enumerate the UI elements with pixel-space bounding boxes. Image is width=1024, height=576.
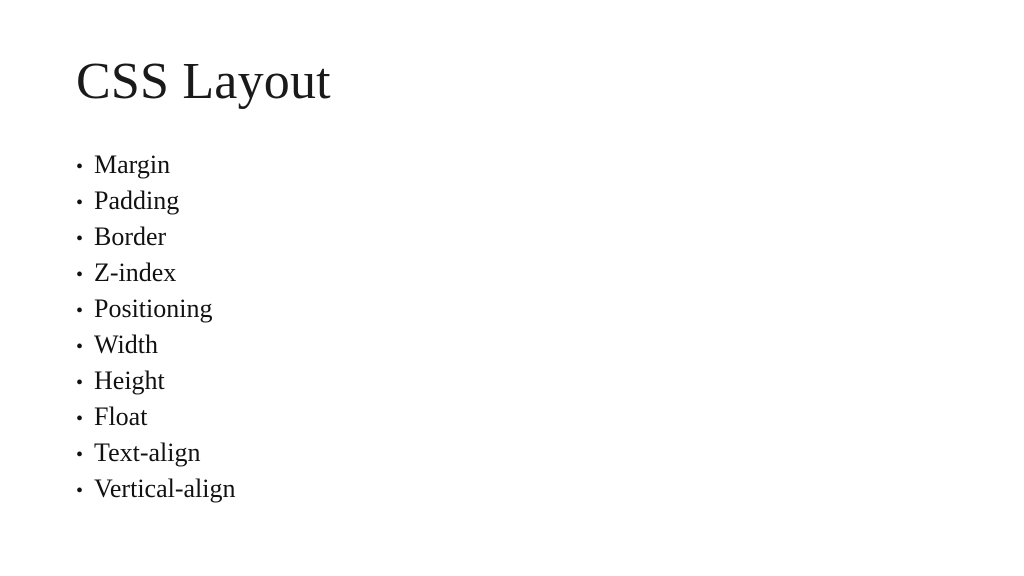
list-item: • Height	[76, 364, 776, 400]
list-item: • Vertical-align	[76, 472, 776, 508]
list-item-label: Padding	[94, 186, 180, 215]
list-item: • Margin	[76, 148, 776, 184]
bullet-point-icon: •	[76, 192, 84, 214]
list-item-label: Margin	[94, 150, 171, 179]
bullet-point-icon: •	[76, 480, 84, 502]
page-title: CSS Layout	[76, 53, 331, 110]
bullet-point-icon: •	[76, 156, 84, 178]
bullet-point-icon: •	[76, 372, 84, 394]
list-item: • Text-align	[76, 436, 776, 472]
bullet-point-icon: •	[76, 228, 84, 250]
list-item-label: Width	[94, 330, 158, 359]
list-item-label: Float	[94, 402, 148, 431]
list-item: • Positioning	[76, 292, 776, 328]
bullet-point-icon: •	[76, 264, 84, 286]
list-item: • Padding	[76, 184, 776, 220]
bullet-point-icon: •	[76, 300, 84, 322]
list-item: • Float	[76, 400, 776, 436]
list-item: • Border	[76, 220, 776, 256]
list-item-label: Border	[94, 222, 167, 251]
list-item: • Z-index	[76, 256, 776, 292]
list-item-label: Vertical-align	[94, 474, 236, 503]
list-item-label: Positioning	[94, 294, 213, 323]
bullet-point-icon: •	[76, 336, 84, 358]
bullet-point-icon: •	[76, 444, 84, 466]
list-item-label: Height	[94, 366, 165, 395]
list-item: • Width	[76, 328, 776, 364]
slide-canvas: CSS Layout • Margin • Padding • Border •…	[0, 0, 1024, 576]
bullet-list: • Margin • Padding • Border • Z-index • …	[76, 148, 776, 508]
list-item-label: Text-align	[94, 438, 201, 467]
bullet-point-icon: •	[76, 408, 84, 430]
list-item-label: Z-index	[94, 258, 177, 287]
